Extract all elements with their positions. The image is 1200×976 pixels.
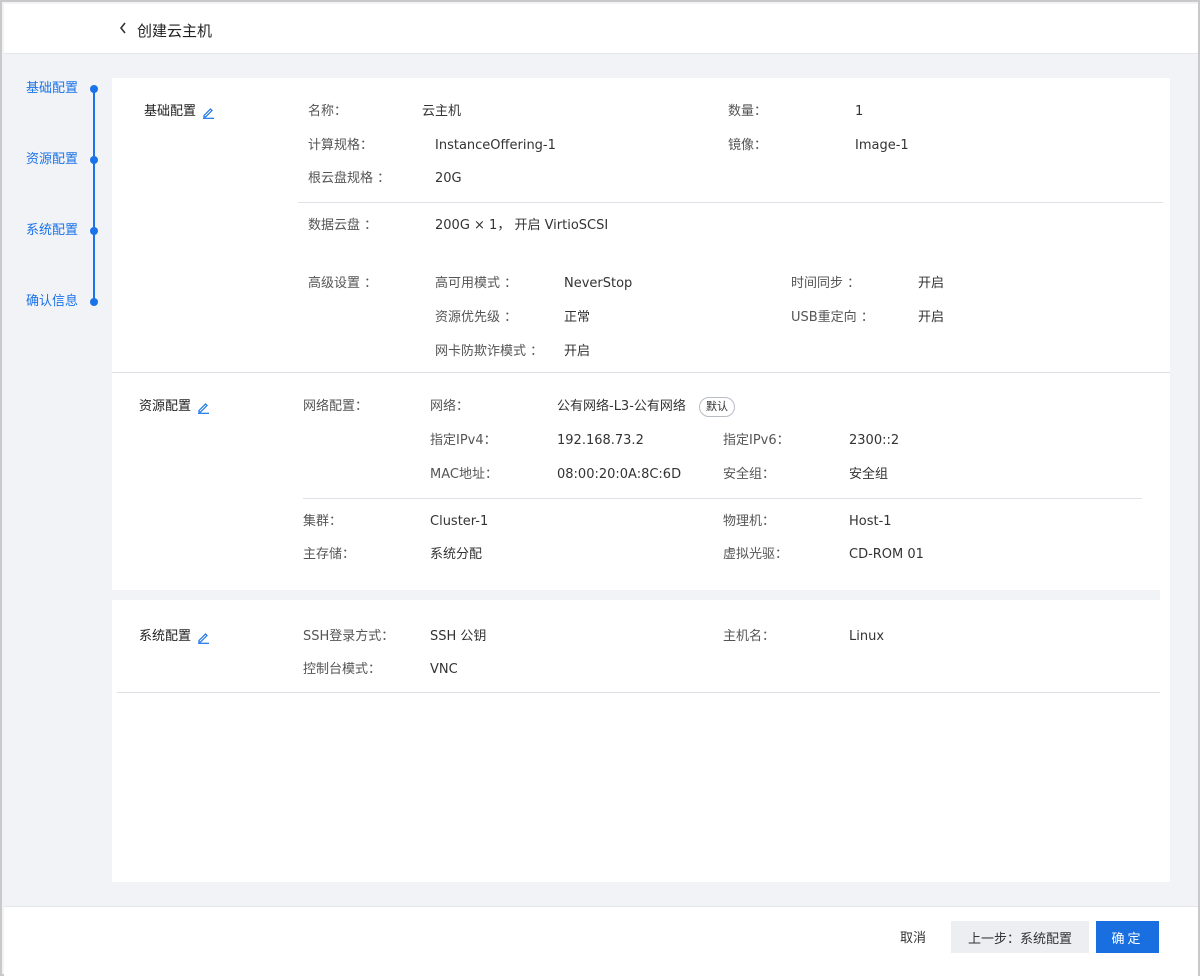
priority-label: 资源优先级 ： (435, 310, 518, 325)
edit-icon[interactable] (197, 401, 210, 414)
section-system-label: 系统配置 (139, 629, 192, 644)
section-basic-label: 基础配置 (144, 104, 197, 119)
step-resource[interactable]: 资源配置 (26, 151, 78, 169)
host-label: 物理机： (723, 514, 776, 529)
mac-value: 08:00:20:0A:8C:6D (557, 467, 682, 482)
mac-label: MAC地址： (430, 467, 498, 482)
divider (298, 202, 1163, 203)
time-sync-label: 时间同步 ： (791, 276, 861, 291)
security-group-label: 安全组： (723, 467, 776, 482)
ha-value: NeverStop (564, 276, 633, 291)
prev-step-button[interactable]: 上一步：系统配置 (951, 921, 1089, 953)
divider (117, 692, 1160, 693)
divider (112, 372, 1170, 373)
network-config-label: 网络配置： (303, 399, 369, 414)
ipv4-label: 指定IPv4： (430, 433, 497, 448)
cdrom-value: CD-ROM 01 (849, 547, 924, 562)
step-nav: 基础配置 资源配置 系统配置 确认信息 (2, 54, 110, 904)
default-badge: 默认 (699, 397, 735, 417)
page-header: 创建云主机 (4, 4, 1198, 54)
step-dot-confirm (90, 298, 98, 306)
data-disk-label: 数据云盘 ： (308, 218, 378, 233)
count-value: 1 (855, 104, 864, 119)
host-value: Host-1 (849, 514, 892, 529)
hostname-value: Linux (849, 629, 885, 644)
section-basic-title: 基础配置 (144, 103, 215, 121)
section-gap (112, 590, 1160, 600)
cdrom-label: 虚拟光驱： (723, 547, 789, 562)
image-label: 镜像： (728, 138, 768, 153)
console-label: 控制台模式： (303, 662, 382, 677)
image-value: Image-1 (855, 138, 909, 153)
usb-value: 开启 (918, 310, 945, 325)
section-resource-label: 资源配置 (139, 399, 192, 414)
step-dot-resource (90, 156, 98, 164)
hostname-label: 主机名： (723, 629, 776, 644)
primary-storage-value: 系统分配 (430, 547, 483, 562)
confirm-panel: 基础配置 名称： 云主机 数量： 1 计算规格： InstanceOfferin… (112, 78, 1170, 882)
step-confirm[interactable]: 确认信息 (26, 293, 78, 311)
network-label: 网络： (430, 399, 470, 414)
ipv4-value: 192.168.73.2 (557, 433, 644, 448)
divider (303, 498, 1142, 499)
step-dot-basic (90, 85, 98, 93)
page-title: 创建云主机 (137, 22, 213, 40)
usb-label: USB重定向 ： (791, 310, 874, 325)
name-label: 名称： (308, 104, 348, 119)
confirm-button[interactable]: 确定 (1096, 921, 1159, 953)
primary-storage-label: 主存储： (303, 547, 356, 562)
cancel-button[interactable]: 取消 (900, 929, 926, 949)
data-disk-value: 200G × 1， 开启 VirtioSCSI (435, 218, 609, 233)
edit-icon[interactable] (202, 106, 215, 119)
ssh-value: SSH 公钥 (430, 629, 487, 644)
advanced-label: 高级设置 ： (308, 276, 378, 291)
offering-value: InstanceOffering-1 (435, 138, 556, 153)
step-system[interactable]: 系统配置 (26, 222, 78, 240)
footer-bar: 取消 上一步：系统配置 确定 (4, 906, 1198, 976)
cluster-value: Cluster-1 (430, 514, 489, 529)
name-value: 云主机 (422, 104, 462, 119)
time-sync-value: 开启 (918, 276, 945, 291)
offering-label: 计算规格： (308, 138, 374, 153)
section-system-title: 系统配置 (139, 628, 210, 646)
nic-spoof-label: 网卡防欺诈模式 ： (435, 344, 544, 359)
step-basic[interactable]: 基础配置 (26, 80, 78, 98)
ipv6-value: 2300::2 (849, 433, 900, 448)
step-dot-system (90, 227, 98, 235)
count-label: 数量： (728, 104, 768, 119)
edit-icon[interactable] (197, 631, 210, 644)
cluster-label: 集群： (303, 514, 343, 529)
chevron-left-icon[interactable] (118, 20, 132, 38)
root-disk-value: 20G (435, 171, 462, 186)
root-disk-label: 根云盘规格 ： (308, 171, 391, 186)
priority-value: 正常 (564, 310, 591, 325)
ssh-label: SSH登录方式： (303, 629, 395, 644)
security-group-value: 安全组 (849, 467, 889, 482)
section-resource-title: 资源配置 (139, 398, 210, 416)
ipv6-label: 指定IPv6： (723, 433, 790, 448)
ha-label: 高可用模式 ： (435, 276, 518, 291)
nic-spoof-value: 开启 (564, 344, 591, 359)
network-value: 公有网络-L3-公有网络 (557, 399, 686, 414)
window-frame: 创建云主机 基础配置 资源配置 系统配置 确认信息 基础配置 名称： 云主机 数… (0, 0, 1200, 976)
step-line (93, 89, 95, 302)
console-value: VNC (430, 662, 458, 677)
